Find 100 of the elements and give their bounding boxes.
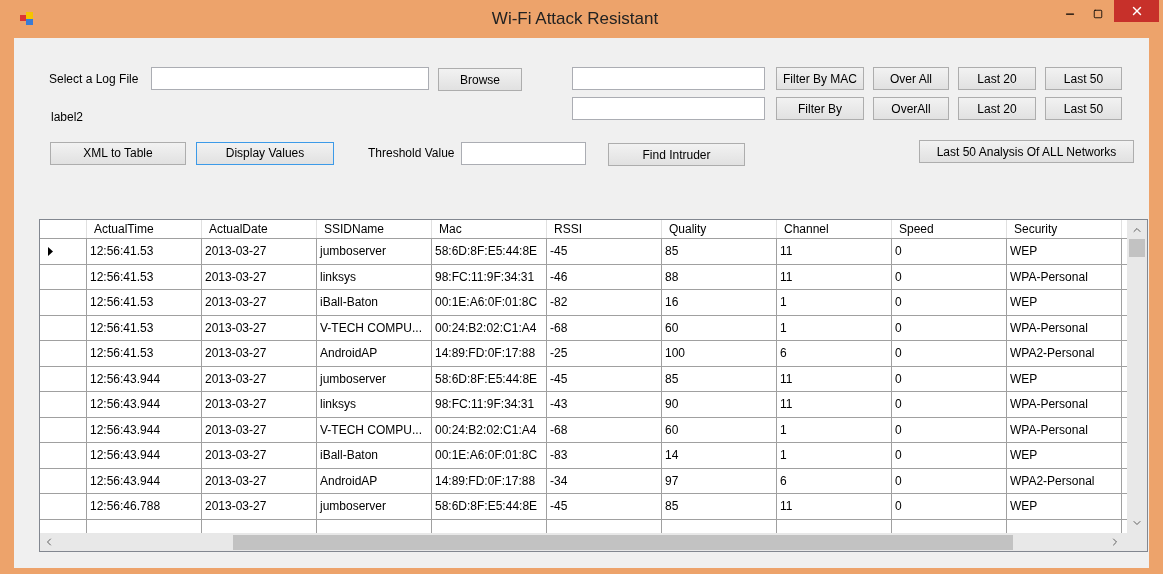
table-cell: 58:6D:8F:E5:44:8E [432,366,547,391]
table-cell: -82 [547,290,662,315]
table-cell: 0 [892,239,1007,264]
table-cell: WEP [1007,290,1122,315]
column-header[interactable]: SSIDName [317,220,432,238]
table-cell: jumboserver [317,239,432,264]
table-cell: WPA2-Personal [1007,468,1122,493]
overall-button[interactable]: Over All [873,67,949,90]
table-cell: linksys [317,392,432,417]
filter-button[interactable]: Filter By MAC [776,67,864,90]
table-cell: -68 [547,417,662,442]
table-cell: iBall-Baton [317,290,432,315]
last-50-button[interactable]: Last 50 [1045,67,1122,90]
table-cell: 16 [662,290,777,315]
filter-field[interactable] [572,67,765,90]
table-cell: 2013-03-27 [202,315,317,340]
table-cell: 2013-03-27 [202,494,317,519]
find-intruder-button[interactable]: Find Intruder [608,143,745,166]
table-cell: 85 [662,366,777,391]
column-header[interactable]: ActualDate [202,220,317,238]
table-cell: 14 [662,443,777,468]
table-cell: 2013-03-27 [202,392,317,417]
table-cell: linksys [317,264,432,289]
table-cell: 11 [777,239,892,264]
table-cell: jumboserver [317,494,432,519]
table-cell: 2013-03-27 [202,468,317,493]
table-cell: 12:56:41.53 [87,239,202,264]
column-header[interactable]: ActualTime [87,220,202,238]
table-cell: 2013-03-27 [202,290,317,315]
table-cell: 0 [892,366,1007,391]
table-cell: 12:56:41.53 [87,264,202,289]
threshold-label: Threshold Value [368,145,456,162]
table-cell: V-TECH COMPU... [317,417,432,442]
table-cell: 12:56:43.944 [87,417,202,442]
column-header[interactable]: Channel [777,220,892,238]
column-header[interactable]: Speed [892,220,1007,238]
vertical-scrollbar[interactable] [1127,220,1147,533]
table-cell: iBall-Baton [317,443,432,468]
table-cell: 0 [892,494,1007,519]
table-cell: 0 [892,468,1007,493]
table-cell: 0 [892,315,1007,340]
table-cell: 85 [662,494,777,519]
display-values-button[interactable]: Display Values [196,141,334,165]
table-cell: 6 [777,468,892,493]
filter-field[interactable] [572,97,765,120]
filter-button[interactable]: Filter By [776,97,864,120]
analysis-button[interactable]: Last 50 Analysis Of ALL Networks [919,140,1134,163]
table-cell: 14:89:FD:0F:17:88 [432,341,547,366]
table-cell: WPA2-Personal [1007,341,1122,366]
table-cell: 2013-03-27 [202,366,317,391]
close-button[interactable] [1114,0,1159,22]
table-cell: 0 [892,341,1007,366]
table-cell: AndroidAP [317,341,432,366]
table-cell: WEP [1007,494,1122,519]
table-cell: 12:56:41.53 [87,315,202,340]
table-cell: 0 [892,392,1007,417]
table-cell: -43 [547,392,662,417]
table-cell: WPA-Personal [1007,392,1122,417]
last-20-button[interactable]: Last 20 [958,67,1036,90]
table-cell: WEP [1007,366,1122,391]
table-cell: WPA-Personal [1007,417,1122,442]
table-cell: 1 [777,290,892,315]
browse-button[interactable]: Browse [438,68,522,91]
table-cell: AndroidAP [317,468,432,493]
column-header[interactable]: Security [1007,220,1122,238]
table-cell: 98:FC:11:9F:34:31 [432,264,547,289]
column-header[interactable]: Quality [662,220,777,238]
table-cell: -34 [547,468,662,493]
table-cell: 12:56:46.788 [87,494,202,519]
table-cell: 11 [777,494,892,519]
table-cell: 85 [662,239,777,264]
table-cell: 2013-03-27 [202,239,317,264]
table-cell: 14:89:FD:0F:17:88 [432,468,547,493]
xml-to-table-button[interactable]: XML to Table [50,141,186,165]
table-cell: 100 [662,341,777,366]
horizontal-scroll-thumb[interactable] [233,534,1013,550]
column-header[interactable]: Mac [432,220,547,238]
table-cell: 0 [892,264,1007,289]
log-file-field[interactable] [151,67,429,90]
table-cell: 12:56:41.53 [87,341,202,366]
table-cell: WEP [1007,443,1122,468]
current-row-icon [48,246,53,256]
table-cell: WPA-Personal [1007,315,1122,340]
threshold-field[interactable] [461,141,586,165]
table-cell: -45 [547,494,662,519]
table-cell: 60 [662,315,777,340]
table-cell: -25 [547,341,662,366]
table-cell: 1 [777,417,892,442]
table-cell: 11 [777,366,892,391]
last-50-button[interactable]: Last 50 [1045,97,1122,120]
app-icon [20,12,34,26]
column-header[interactable]: RSSI [547,220,662,238]
table-cell: -45 [547,366,662,391]
table-cell: V-TECH COMPU... [317,315,432,340]
window-title: Wi-Fi Attack Resistant [491,8,659,31]
scroll-thumb[interactable] [1129,239,1145,257]
table-cell: 00:1E:A6:0F:01:8C [432,443,547,468]
overall-button[interactable]: OverAll [873,97,949,120]
last-20-button[interactable]: Last 20 [958,97,1036,120]
table-cell: 0 [892,290,1007,315]
